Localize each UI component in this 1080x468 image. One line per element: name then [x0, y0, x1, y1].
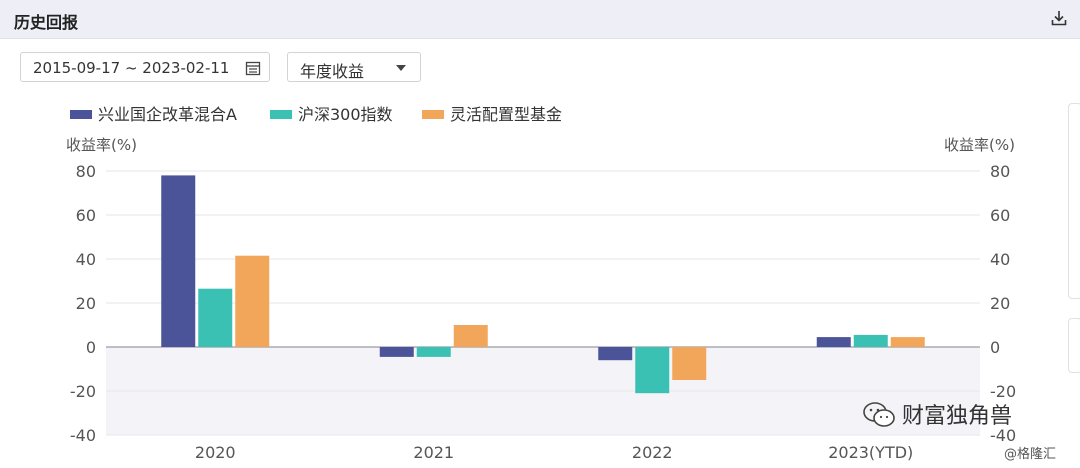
bar-2	[635, 347, 670, 394]
watermark-text: 财富独角兽	[902, 404, 1013, 429]
bar-2	[198, 288, 233, 347]
bar-2	[853, 334, 888, 347]
y-tick-label-left: -40	[70, 426, 96, 445]
y-tick-label-right: 0	[990, 338, 1000, 357]
y-tick-label-left: 80	[76, 162, 96, 181]
bar-3	[890, 337, 925, 347]
legend-swatch	[270, 110, 292, 119]
x-tick-label: 2020	[195, 443, 236, 462]
y-tick-label-right: 60	[990, 206, 1010, 225]
legend-swatch	[422, 110, 444, 119]
bar-1	[816, 337, 851, 347]
y-tick-label-left: -20	[70, 382, 96, 401]
x-tick-label: 2022	[632, 443, 673, 462]
y-tick-label-left: 40	[76, 250, 96, 269]
bar-1	[379, 347, 414, 357]
bar-3	[672, 347, 707, 380]
x-tick-label: 2023(YTD)	[828, 443, 913, 462]
bar-1	[598, 347, 633, 361]
legend-label: 灵活配置型基金	[450, 105, 562, 124]
x-tick-label: 2021	[413, 443, 454, 462]
y-axis-title-left: 收益率(%)	[66, 136, 137, 154]
bar-3	[235, 255, 270, 347]
legend-label: 沪深300指数	[298, 105, 393, 124]
wechat-icon	[863, 402, 895, 427]
bar-3	[453, 325, 488, 347]
bar-2	[416, 347, 451, 357]
bar-1	[161, 175, 196, 347]
y-axis-title-right: 收益率(%)	[944, 136, 1015, 154]
y-tick-label-right: 80	[990, 162, 1010, 181]
y-tick-label-left: 0	[86, 338, 96, 357]
y-tick-label-left: 20	[76, 294, 96, 313]
legend-swatch	[70, 110, 92, 119]
y-tick-label-left: 60	[76, 206, 96, 225]
watermark-small: @格隆汇	[1004, 447, 1057, 462]
y-tick-label-right: 40	[990, 250, 1010, 269]
y-tick-label-right: 20	[990, 294, 1010, 313]
legend-label: 兴业国企改革混合A	[98, 105, 237, 124]
